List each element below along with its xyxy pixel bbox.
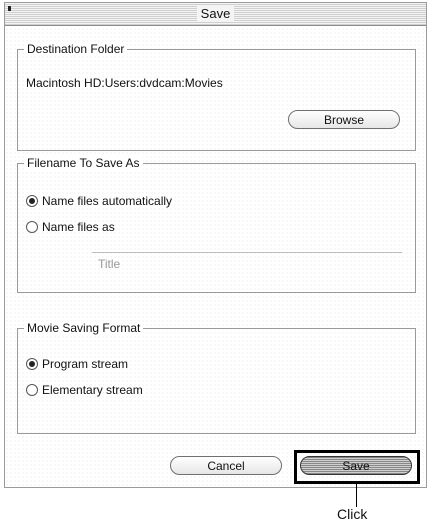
radio-selected-icon <box>26 195 38 207</box>
radio-program-stream[interactable]: Program stream <box>26 357 128 371</box>
save-button[interactable]: Save <box>300 456 412 475</box>
browse-button[interactable]: Browse <box>288 110 400 129</box>
radio-elementary-stream[interactable]: Elementary stream <box>26 383 143 397</box>
destination-folder-group: Destination Folder Macintosh HD:Users:dv… <box>17 42 416 151</box>
window-title: Save <box>196 6 235 21</box>
filename-group: Filename To Save As Name files automatic… <box>17 156 416 293</box>
save-dialog: Save Destination Folder Macintosh HD:Use… <box>4 2 427 488</box>
radio-selected-icon <box>26 358 38 370</box>
radio-unselected-icon <box>26 221 38 233</box>
close-icon[interactable] <box>8 6 11 11</box>
movie-format-label: Movie Saving Format <box>24 321 144 335</box>
radio-unselected-icon <box>26 384 38 396</box>
radio-label: Name files automatically <box>42 194 173 208</box>
movie-format-group: Movie Saving Format Program stream Eleme… <box>17 321 416 434</box>
radio-label: Program stream <box>42 357 129 371</box>
radio-name-files-as[interactable]: Name files as <box>26 220 115 234</box>
title-bar[interactable]: Save <box>5 3 426 26</box>
title-field[interactable]: Title <box>92 252 402 274</box>
callout-line <box>356 484 357 507</box>
destination-folder-label: Destination Folder <box>24 42 128 56</box>
filename-group-label: Filename To Save As <box>24 156 143 170</box>
radio-name-automatically[interactable]: Name files automatically <box>26 194 172 208</box>
destination-path: Macintosh HD:Users:dvdcam:Movies <box>26 76 223 90</box>
cancel-button[interactable]: Cancel <box>170 456 282 475</box>
click-annotation: Click <box>337 506 368 522</box>
radio-label: Elementary stream <box>42 383 143 397</box>
radio-label: Name files as <box>42 220 115 234</box>
